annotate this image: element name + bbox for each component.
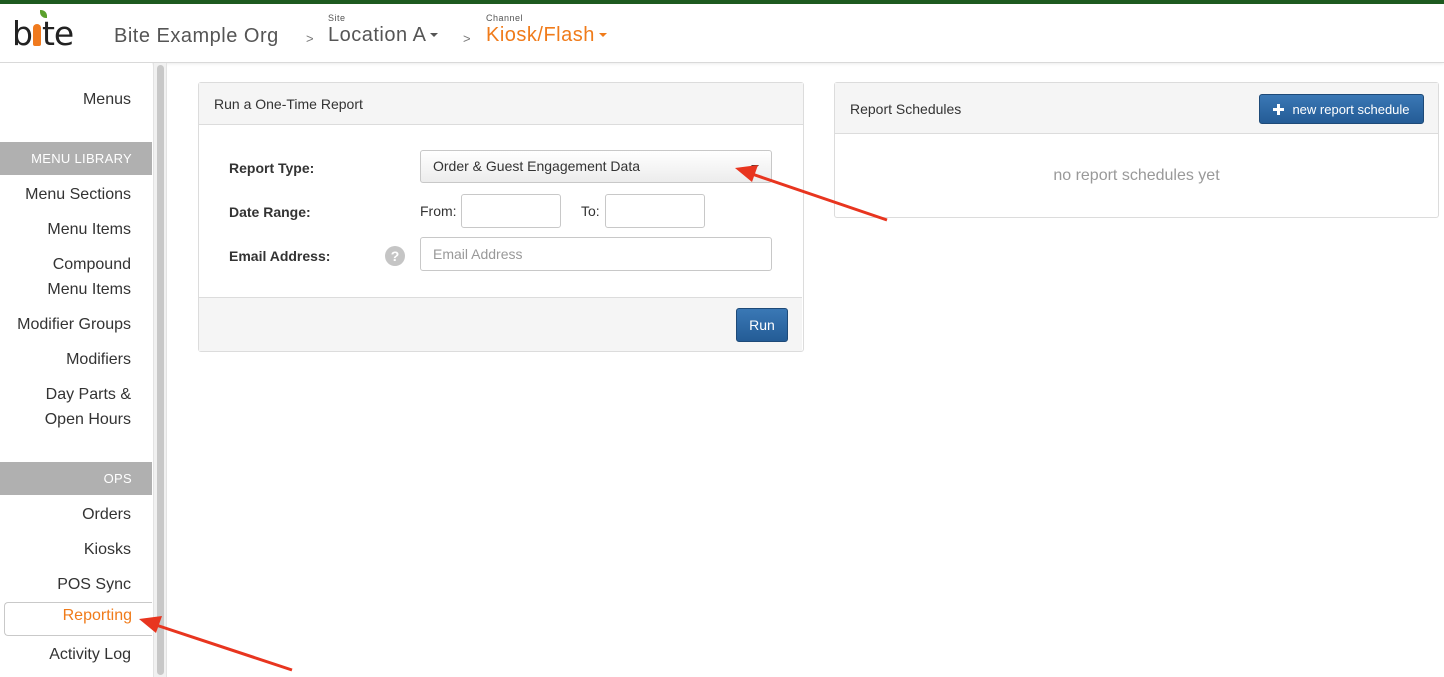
sidebar-header-ops: OPS bbox=[0, 462, 152, 495]
to-date-input[interactable] bbox=[605, 194, 705, 228]
bite-logo[interactable]: b te bbox=[12, 10, 74, 53]
button-label: new report schedule bbox=[1292, 101, 1410, 117]
chevron-down-icon bbox=[430, 33, 439, 37]
sidebar-item-reporting[interactable]: Reporting bbox=[4, 602, 152, 636]
top-bar: b te Bite Example Org > Site Location A >… bbox=[0, 0, 1444, 63]
sidebar-item-compound-menu-items[interactable]: Compound Menu Items bbox=[47, 252, 131, 302]
channel-selector[interactable]: Channel Kiosk/Flash bbox=[486, 13, 607, 47]
carrot-icon bbox=[32, 24, 41, 46]
new-report-schedule-button[interactable]: new report schedule bbox=[1259, 94, 1424, 124]
chevron-down-icon bbox=[598, 33, 607, 37]
breadcrumb-separator: > bbox=[306, 31, 314, 46]
sidebar-item-modifier-groups[interactable]: Modifier Groups bbox=[17, 312, 131, 337]
from-label: From: bbox=[420, 203, 457, 219]
sidebar-item-modifiers[interactable]: Modifiers bbox=[66, 347, 131, 372]
report-schedules-header: Report Schedules new report schedule bbox=[835, 83, 1438, 134]
report-type-value: Order & Guest Engagement Data bbox=[433, 158, 640, 174]
report-type-select[interactable]: Order & Guest Engagement Data bbox=[420, 150, 772, 183]
breadcrumb-org[interactable]: Bite Example Org bbox=[114, 25, 279, 48]
sidebar-item-label: Day Parts & bbox=[45, 386, 131, 403]
sidebar-item-menu-sections[interactable]: Menu Sections bbox=[25, 182, 131, 207]
panel-footer: Run bbox=[199, 297, 802, 351]
sidebar-item-orders[interactable]: Orders bbox=[82, 502, 131, 527]
sidebar-item-label: Menu Items bbox=[47, 281, 131, 298]
sidebar-item-activity-log[interactable]: Activity Log bbox=[49, 642, 131, 667]
sidebar-item-kiosks[interactable]: Kiosks bbox=[84, 537, 131, 562]
sidebar-item-menus[interactable]: Menus bbox=[83, 87, 131, 112]
chevron-down-icon bbox=[751, 165, 759, 169]
panel-title: Run a One-Time Report bbox=[199, 83, 803, 125]
sidebar-item-label: Open Hours bbox=[44, 411, 131, 428]
site-name: Location A bbox=[328, 24, 427, 46]
sidebar-item-pos-sync[interactable]: POS Sync bbox=[57, 572, 131, 597]
site-caption: Site bbox=[328, 13, 346, 23]
report-schedules-panel: Report Schedules new report schedule no … bbox=[834, 82, 1439, 218]
question-mark-icon[interactable]: ? bbox=[385, 246, 405, 266]
to-label: To: bbox=[581, 203, 600, 219]
scrollbar-thumb[interactable] bbox=[157, 65, 164, 675]
one-time-report-panel: Run a One-Time Report Report Type: Order… bbox=[198, 82, 804, 352]
report-type-label: Report Type: bbox=[229, 160, 315, 176]
sidebar-item-label: Reporting bbox=[62, 607, 132, 624]
channel-name: Kiosk/Flash bbox=[486, 24, 595, 46]
email-address-input[interactable] bbox=[420, 237, 772, 271]
panel-title: Report Schedules bbox=[850, 101, 962, 117]
sidebar-item-day-parts[interactable]: Day Parts & Open Hours bbox=[45, 382, 131, 432]
email-address-label: Email Address: bbox=[229, 248, 331, 264]
sidebar-header-menu-library: MENU LIBRARY bbox=[0, 142, 152, 175]
site-selector[interactable]: Site Location A bbox=[328, 13, 439, 47]
sidebar-item-label: Compound bbox=[52, 256, 131, 273]
breadcrumb-separator: > bbox=[463, 31, 471, 46]
channel-caption: Channel bbox=[486, 13, 524, 23]
sidebar: Menus MENU LIBRARY Menu Sections Menu It… bbox=[0, 63, 152, 677]
date-range-label: Date Range: bbox=[229, 204, 311, 220]
empty-state-text: no report schedules yet bbox=[1053, 167, 1220, 184]
sidebar-scrollbar[interactable] bbox=[153, 63, 167, 677]
plus-icon bbox=[1273, 103, 1285, 115]
sidebar-item-menu-items[interactable]: Menu Items bbox=[47, 217, 131, 242]
from-date-input[interactable] bbox=[461, 194, 561, 228]
logo-text: b te bbox=[12, 14, 74, 53]
run-button[interactable]: Run bbox=[736, 308, 788, 342]
